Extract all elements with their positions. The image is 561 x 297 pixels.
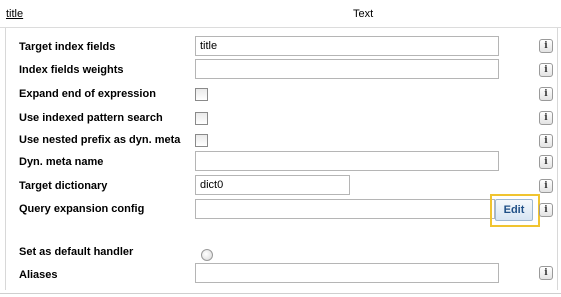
use-indexed-pattern-search-checkbox[interactable] [195, 112, 208, 125]
query-expansion-config-label: Query expansion config [19, 203, 145, 215]
set-default-handler-label: Set as default handler [19, 246, 134, 258]
info-icon[interactable]: i [539, 111, 553, 125]
info-icon[interactable]: i [539, 63, 553, 77]
aliases-label: Aliases [19, 269, 58, 281]
use-nested-prefix-checkbox[interactable] [195, 134, 208, 147]
index-fields-weights-label: Index fields weights [19, 64, 124, 76]
header-row: title Text [0, 0, 561, 28]
handler-config-form: title Text Target index fields i Index f… [0, 0, 561, 297]
edit-button[interactable]: Edit [495, 199, 533, 221]
dyn-meta-name-input[interactable] [195, 151, 499, 171]
expand-end-of-expression-label: Expand end of expression [19, 88, 156, 100]
bottom-divider [0, 293, 561, 294]
target-dictionary-input[interactable] [195, 175, 350, 195]
info-icon[interactable]: i [539, 179, 553, 193]
use-indexed-pattern-search-label: Use indexed pattern search [19, 112, 163, 124]
target-dictionary-label: Target dictionary [19, 180, 108, 192]
info-icon[interactable]: i [539, 134, 553, 148]
set-default-handler-radio[interactable] [201, 249, 213, 261]
type-label: Text [353, 8, 374, 20]
title-link[interactable]: title [6, 8, 23, 20]
dyn-meta-name-label: Dyn. meta name [19, 156, 104, 168]
index-fields-weights-input[interactable] [195, 59, 499, 79]
aliases-input[interactable] [195, 263, 499, 283]
target-index-fields-label: Target index fields [19, 41, 116, 53]
target-index-fields-input[interactable] [195, 36, 499, 56]
info-icon[interactable]: i [539, 203, 553, 217]
info-icon[interactable]: i [539, 155, 553, 169]
info-icon[interactable]: i [539, 39, 553, 53]
use-nested-prefix-label: Use nested prefix as dyn. meta [19, 134, 181, 146]
info-icon[interactable]: i [539, 87, 553, 101]
expand-end-of-expression-checkbox[interactable] [195, 88, 208, 101]
info-icon[interactable]: i [539, 266, 553, 280]
query-expansion-config-input[interactable] [195, 199, 495, 219]
